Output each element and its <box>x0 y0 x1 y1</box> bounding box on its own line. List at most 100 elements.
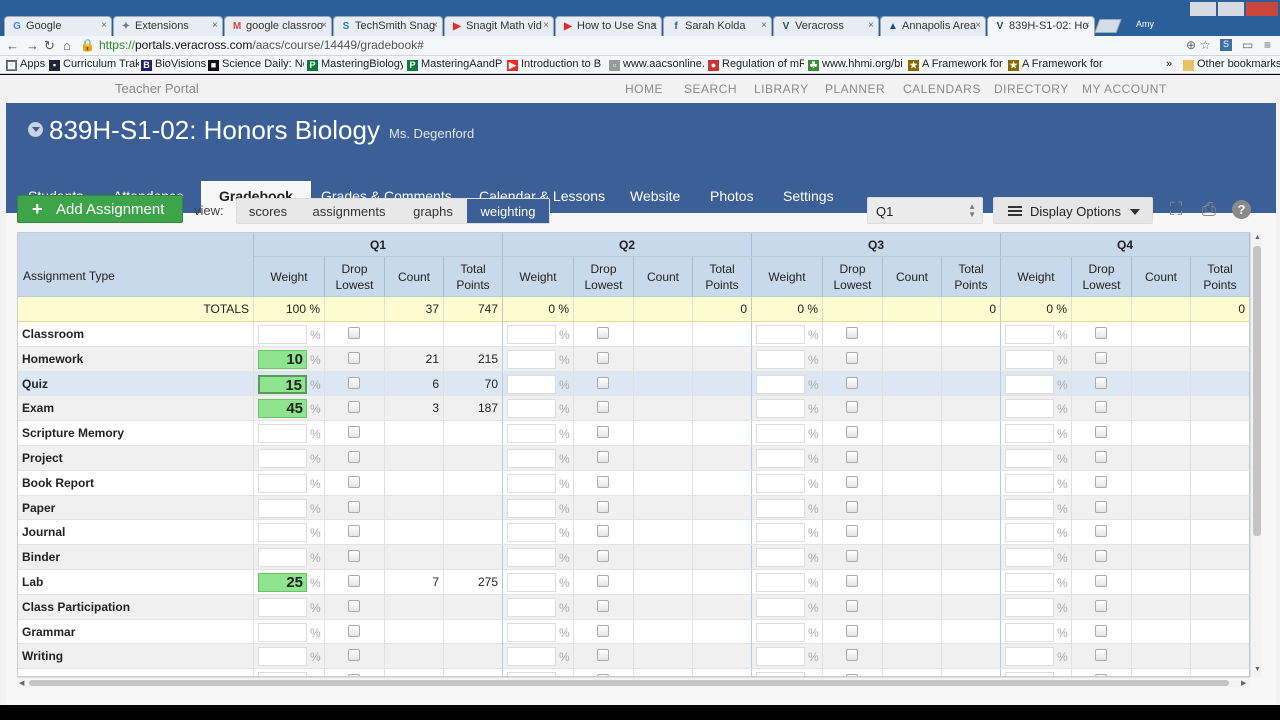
drop-lowest-checkbox[interactable] <box>1095 649 1107 662</box>
tab-website[interactable]: Website <box>630 181 680 213</box>
chrome-menu-icon[interactable]: ≡ <box>1264 38 1271 52</box>
portal-nav-directory[interactable]: DIRECTORY <box>994 82 1069 96</box>
portal-nav-search[interactable]: SEARCH <box>684 82 737 96</box>
weight-input[interactable] <box>258 424 307 444</box>
scroll-left-icon[interactable]: ◀ <box>19 679 24 687</box>
drop-lowest-checkbox[interactable] <box>597 451 609 463</box>
drop-lowest-checkbox[interactable] <box>846 351 858 364</box>
drop-lowest-checkbox[interactable] <box>846 550 858 563</box>
drop-lowest-checkbox[interactable] <box>348 599 360 612</box>
tab-settings[interactable]: Settings <box>783 181 834 213</box>
weight-input[interactable] <box>756 523 805 543</box>
weight-input[interactable] <box>756 573 805 592</box>
weight-input[interactable] <box>1005 473 1054 493</box>
weight-input[interactable] <box>756 597 805 617</box>
weight-input[interactable] <box>1005 498 1054 518</box>
reload-icon[interactable]: ↻ <box>44 38 55 54</box>
bookmark-item[interactable]: ▶ Introduction to B <box>507 58 601 71</box>
drop-lowest-checkbox[interactable] <box>348 500 360 513</box>
drop-lowest-checkbox[interactable] <box>846 376 858 389</box>
bookmark-item[interactable]: P MasteringBiology <box>307 58 403 71</box>
browser-tab[interactable]: f Sarah Kolda × <box>663 16 772 36</box>
drop-lowest-checkbox[interactable] <box>348 624 360 637</box>
weight-input[interactable] <box>1005 622 1054 642</box>
drop-lowest-checkbox[interactable] <box>597 500 609 513</box>
weight-input[interactable] <box>258 498 307 518</box>
weight-input[interactable] <box>756 349 805 369</box>
vertical-scrollbar[interactable]: ▲ ▼ <box>1250 232 1262 677</box>
drop-lowest-checkbox[interactable] <box>846 525 858 538</box>
drop-lowest-checkbox[interactable] <box>348 376 360 389</box>
browser-tab[interactable]: S TechSmith Snag × <box>333 16 443 36</box>
address-bar[interactable]: 🔒 https://portals.veracross.com/aacs/cour… <box>80 37 1184 54</box>
drop-lowest-checkbox[interactable] <box>597 575 609 587</box>
drop-lowest-checkbox[interactable] <box>597 327 609 339</box>
weight-input[interactable] <box>1005 449 1054 468</box>
drop-lowest-checkbox[interactable] <box>1095 475 1107 488</box>
drop-lowest-checkbox[interactable] <box>597 401 609 414</box>
horizontal-scroll-thumb[interactable] <box>29 680 1229 686</box>
scroll-down-icon[interactable]: ▼ <box>1254 666 1261 673</box>
weight-input[interactable] <box>1005 424 1054 444</box>
scroll-right-icon[interactable]: ▶ <box>1241 679 1246 687</box>
weight-input[interactable] <box>1005 523 1054 543</box>
weight-input[interactable] <box>1005 325 1054 344</box>
weight-input[interactable] <box>756 647 805 667</box>
help-icon[interactable]: ? <box>1232 200 1251 219</box>
weight-input[interactable] <box>507 325 556 344</box>
weight-input[interactable] <box>258 325 307 344</box>
tab-close-icon[interactable]: × <box>432 20 438 31</box>
drop-lowest-checkbox[interactable] <box>597 649 609 662</box>
drop-lowest-checkbox[interactable] <box>597 426 609 439</box>
drop-lowest-checkbox[interactable] <box>846 599 858 612</box>
drop-lowest-checkbox[interactable] <box>846 575 858 587</box>
drop-lowest-checkbox[interactable] <box>348 550 360 563</box>
drop-lowest-checkbox[interactable] <box>348 327 360 339</box>
tab-close-icon[interactable]: × <box>543 20 549 31</box>
course-dropdown-icon[interactable] <box>28 122 43 137</box>
drop-lowest-checkbox[interactable] <box>597 525 609 538</box>
view-weighting[interactable]: weighting <box>467 199 549 223</box>
portal-nav-calendars[interactable]: CALENDARS <box>903 82 981 96</box>
vertical-scroll-thumb[interactable] <box>1253 246 1261 536</box>
scroll-up-icon[interactable]: ▲ <box>1254 234 1261 241</box>
weight-input[interactable] <box>756 325 805 344</box>
weight-input[interactable] <box>258 647 307 667</box>
bookmark-item[interactable]: ▦ Apps <box>6 58 45 71</box>
weight-input[interactable] <box>507 548 556 568</box>
drop-lowest-checkbox[interactable] <box>1095 575 1107 587</box>
weight-input[interactable]: 15 <box>258 374 307 394</box>
weight-input[interactable] <box>507 498 556 518</box>
weight-input[interactable] <box>507 647 556 667</box>
drop-lowest-checkbox[interactable] <box>348 401 360 414</box>
portal-title[interactable]: Teacher Portal <box>115 81 199 96</box>
drop-lowest-checkbox[interactable] <box>597 624 609 637</box>
new-tab-button[interactable] <box>1094 19 1122 33</box>
weight-input[interactable] <box>258 622 307 642</box>
drop-lowest-checkbox[interactable] <box>1095 550 1107 563</box>
drop-lowest-checkbox[interactable] <box>348 451 360 463</box>
drop-lowest-checkbox[interactable] <box>1095 500 1107 513</box>
weight-input[interactable]: 10 <box>258 349 307 369</box>
profile-name[interactable]: Amy <box>1136 19 1154 29</box>
bookmark-item[interactable]: B BioVisions <box>141 58 206 71</box>
drop-lowest-checkbox[interactable] <box>846 327 858 339</box>
drop-lowest-checkbox[interactable] <box>348 575 360 587</box>
weight-input[interactable] <box>507 622 556 642</box>
drop-lowest-checkbox[interactable] <box>1095 624 1107 637</box>
horizontal-scrollbar[interactable]: ◀ ▶ <box>17 677 1250 687</box>
weight-input[interactable] <box>507 597 556 617</box>
bookmark-item[interactable]: ▫ www.aacsonline.o <box>609 58 704 71</box>
weight-input[interactable] <box>1005 548 1054 568</box>
browser-tab[interactable]: Mgoogle classroo × <box>224 16 332 36</box>
cast-icon[interactable]: ▭ <box>1242 38 1253 52</box>
bookmarks-overflow-chevron[interactable]: » <box>1166 58 1172 70</box>
tab-close-icon[interactable]: × <box>975 20 981 31</box>
view-graphs[interactable]: graphs <box>399 199 467 223</box>
weight-input[interactable] <box>1005 399 1054 419</box>
display-options-button[interactable]: Display Options <box>993 197 1153 224</box>
drop-lowest-checkbox[interactable] <box>846 649 858 662</box>
tab-close-icon[interactable]: × <box>212 20 218 31</box>
bookmark-item[interactable]: ☘ www.hhmi.org/bi <box>808 58 903 71</box>
browser-tab[interactable]: ✦ Extensions × <box>113 16 223 36</box>
